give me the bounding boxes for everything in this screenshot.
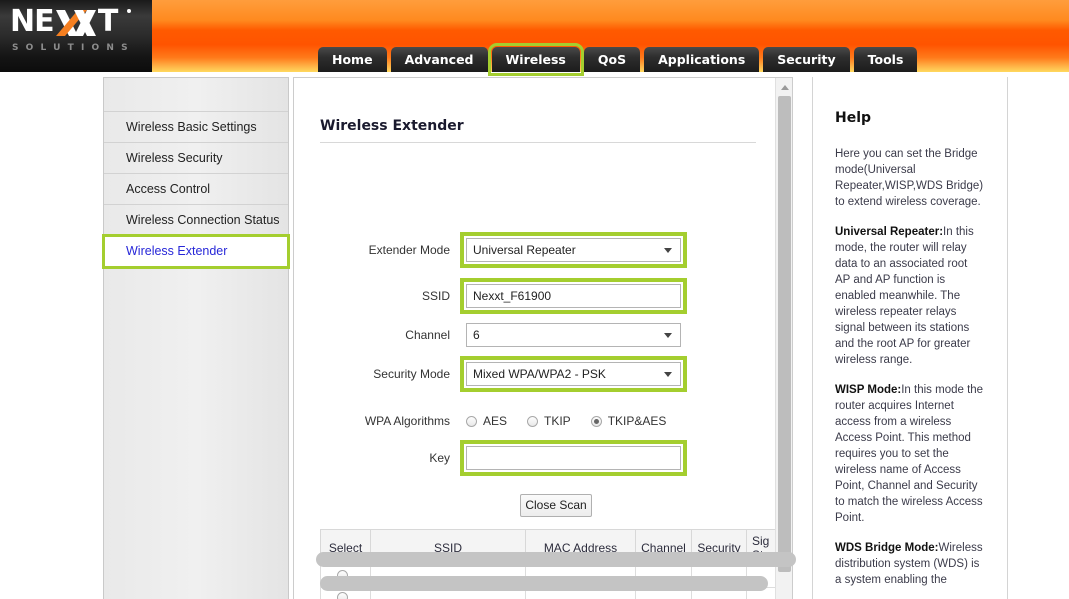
tab-security[interactable]: Security [763, 47, 849, 72]
channel-label: Channel [334, 323, 450, 347]
help-section-wisp-mode: WISP Mode:In this mode the router acquir… [835, 382, 985, 526]
extender-mode-select[interactable]: Universal Repeater [466, 238, 681, 262]
channel-select[interactable]: 6 [466, 323, 681, 347]
page-title: Wireless Extender [320, 118, 464, 134]
radio-icon [466, 416, 477, 427]
security-mode-label: Security Mode [334, 362, 450, 386]
help-term-wisp-mode: WISP Mode: [835, 384, 901, 396]
wpa-option-tkip-aes[interactable]: TKIP&AES [591, 414, 667, 428]
sidebar-item-label: Wireless Basic Settings [126, 120, 257, 134]
tab-qos-label: QoS [598, 52, 626, 67]
field-row-security-mode: Security Mode Mixed WPA/WPA2 - PSK [294, 362, 776, 386]
page-header: NEXXT SOLUTIONS Home Advanced Wireless Q… [0, 0, 1069, 72]
sidebar-item-wireless-security[interactable]: Wireless Security [104, 143, 288, 174]
tab-home-label: Home [332, 52, 373, 67]
tab-advanced[interactable]: Advanced [391, 47, 488, 72]
wpa-option-tkip[interactable]: TKIP [527, 414, 571, 428]
extender-mode-label: Extender Mode [334, 238, 450, 262]
sidebar-item-wireless-connection-status[interactable]: Wireless Connection Status [104, 205, 288, 236]
sidebar-item-label: Wireless Extender [126, 244, 227, 258]
wpa-option-aes[interactable]: AES [466, 414, 507, 428]
redaction-bar [316, 552, 796, 567]
help-term-universal-repeater: Universal Repeater: [835, 226, 943, 238]
help-term-wds-bridge-mode: WDS Bridge Mode: [835, 542, 939, 554]
field-row-ssid: SSID [294, 284, 776, 308]
redaction-bar [320, 576, 768, 591]
channel-value: 6 [473, 328, 480, 342]
brand-logo[interactable]: NEXXT SOLUTIONS [0, 0, 152, 72]
tab-wireless[interactable]: Wireless [492, 47, 580, 72]
scrollbar-thumb[interactable] [778, 96, 791, 572]
tab-tools[interactable]: Tools [854, 47, 918, 72]
vertical-scrollbar[interactable] [775, 78, 792, 599]
security-mode-select[interactable]: Mixed WPA/WPA2 - PSK [466, 362, 681, 386]
field-row-channel: Channel 6 [294, 323, 776, 347]
main-content-panel: Wireless Extender Extender Mode Universa… [293, 77, 793, 599]
tab-wireless-label: Wireless [506, 52, 566, 67]
sidebar-item-wireless-extender[interactable]: Wireless Extender [104, 236, 288, 267]
security-mode-control: Mixed WPA/WPA2 - PSK [466, 362, 681, 386]
help-title: Help [835, 110, 985, 126]
extender-mode-value: Universal Repeater [473, 243, 576, 257]
ssid-label: SSID [334, 284, 450, 308]
logo-trademark-dot [127, 9, 131, 13]
tab-home[interactable]: Home [318, 47, 387, 72]
channel-control: 6 [466, 323, 681, 347]
wpa-option-tkip-label: TKIP [544, 414, 571, 428]
field-row-extender-mode: Extender Mode Universal Repeater [294, 238, 776, 262]
help-text-universal-repeater: In this mode, the router will relay data… [835, 226, 974, 366]
sidebar-menu: Wireless Basic Settings Wireless Securit… [103, 77, 289, 599]
tab-applications[interactable]: Applications [644, 47, 759, 72]
tab-qos[interactable]: QoS [584, 47, 640, 72]
logo-tagline: SOLUTIONS [12, 43, 135, 53]
logo-x-mark [56, 8, 96, 38]
tab-tools-label: Tools [868, 52, 904, 67]
sidebar-item-wireless-basic-settings[interactable]: Wireless Basic Settings [104, 112, 288, 143]
title-divider [320, 142, 756, 143]
field-row-wpa-algorithms: WPA Algorithms AES TKIP TKIP&AES [294, 409, 776, 433]
help-panel: Help Here you can set the Bridge mode(Un… [812, 77, 1008, 599]
key-control [466, 446, 681, 470]
logo-text-ne: NE [10, 4, 54, 39]
help-text-wisp-mode: In this mode the router acquires Interne… [835, 384, 983, 524]
help-intro-text: Here you can set the Bridge mode(Univers… [835, 146, 985, 210]
key-label: Key [334, 446, 450, 470]
signal-header-line1: Sig [752, 534, 769, 548]
tab-applications-label: Applications [658, 52, 745, 67]
tab-security-label: Security [777, 52, 835, 67]
radio-icon[interactable] [337, 592, 348, 599]
wpa-algorithms-radio-group: AES TKIP TKIP&AES [466, 409, 686, 433]
field-row-key: Key [294, 446, 776, 470]
tab-advanced-label: Advanced [405, 52, 474, 67]
chevron-down-icon [664, 248, 672, 253]
sidebar-item-label: Wireless Connection Status [126, 213, 280, 227]
wpa-option-tkip-aes-label: TKIP&AES [608, 414, 667, 428]
main-content-scroll-area: Wireless Extender Extender Mode Universa… [294, 78, 776, 599]
logo-text-t: T [98, 4, 117, 39]
security-mode-value: Mixed WPA/WPA2 - PSK [473, 367, 606, 381]
extender-mode-control: Universal Repeater [466, 238, 681, 262]
scroll-up-arrow-icon[interactable] [776, 78, 793, 95]
ssid-control [466, 284, 681, 308]
radio-icon [527, 416, 538, 427]
sidebar-item-label: Access Control [126, 182, 210, 196]
radio-icon-selected [591, 416, 602, 427]
ssid-input[interactable] [466, 284, 681, 308]
help-section-universal-repeater: Universal Repeater:In this mode, the rou… [835, 224, 985, 368]
chevron-down-icon [664, 333, 672, 338]
sidebar-item-access-control[interactable]: Access Control [104, 174, 288, 205]
key-input[interactable] [466, 446, 681, 470]
wpa-algorithms-label: WPA Algorithms [334, 409, 450, 433]
chevron-down-icon [664, 372, 672, 377]
wpa-option-aes-label: AES [483, 414, 507, 428]
help-section-wds-bridge-mode: WDS Bridge Mode:Wireless distribution sy… [835, 540, 985, 588]
sidebar-item-label: Wireless Security [126, 151, 223, 165]
sidebar-top-spacer [104, 78, 288, 112]
close-scan-button[interactable]: Close Scan [520, 494, 592, 517]
main-navigation-tabs: Home Advanced Wireless QoS Applications … [318, 45, 917, 72]
